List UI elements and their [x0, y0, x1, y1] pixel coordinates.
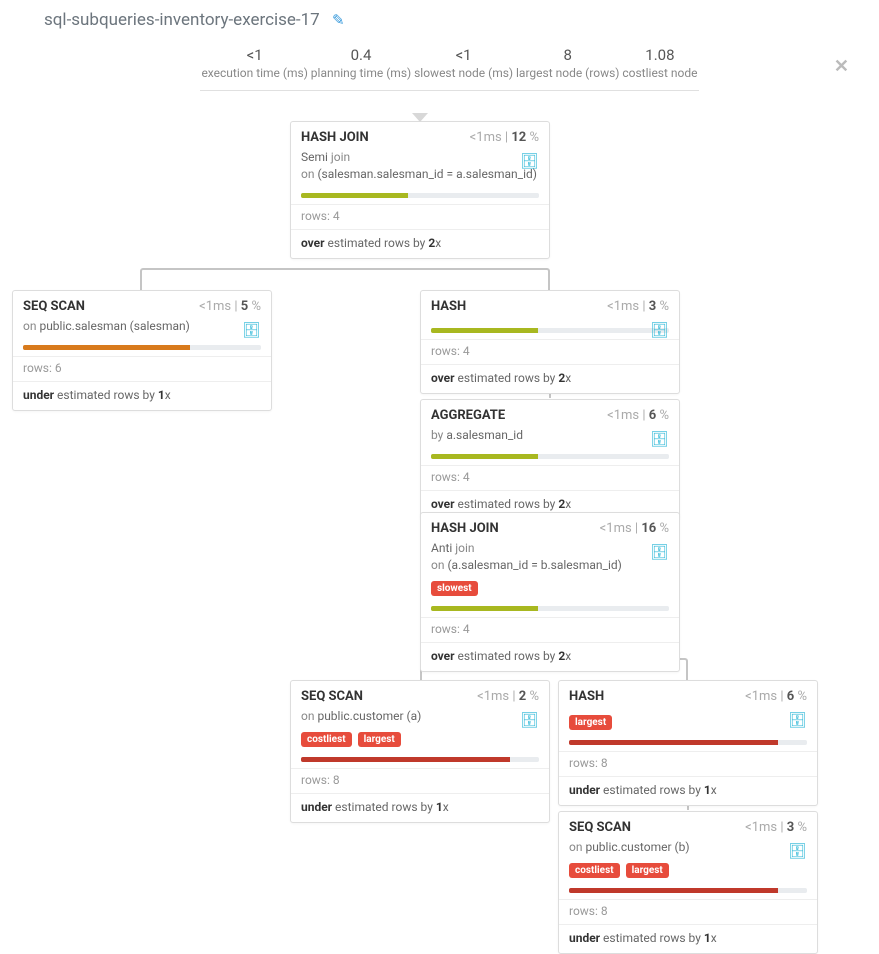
database-icon[interactable]: 🗄 [650, 320, 669, 341]
node-metrics: <1ms | 16 % [600, 521, 669, 536]
node-title: HASH [569, 689, 604, 704]
row-estimate: under estimated rows by 1x [559, 924, 817, 953]
cost-bar [301, 757, 539, 762]
plan-node-aggregate[interactable]: AGGREGATE <1ms | 6 % by a.salesman_id 🗄 … [420, 399, 680, 520]
arrow-down-icon [412, 113, 428, 122]
node-metrics: <1ms | 3 % [745, 820, 807, 835]
plan-node-seq-scan[interactable]: SEQ SCAN <1ms | 3 % on public.customer (… [558, 811, 818, 954]
stat-largest-node: 8 largest node (rows) [516, 46, 619, 80]
tag-costliest: costliest [569, 863, 620, 878]
close-icon[interactable]: ✕ [834, 56, 849, 77]
node-metrics: <1ms | 3 % [607, 299, 669, 314]
tag-costliest: costliest [301, 732, 352, 747]
plan-node-hash[interactable]: HASH <1ms | 6 % 🗄 largest rows: 8 under … [558, 680, 818, 806]
database-icon[interactable]: 🗄 [650, 542, 669, 563]
node-title: HASH [431, 299, 466, 314]
page-title-row: sql-subqueries-inventory-exercise-17 ✎ [0, 0, 879, 30]
node-title: SEQ SCAN [569, 820, 631, 835]
database-icon[interactable]: 🗄 [788, 841, 807, 862]
database-icon[interactable]: 🗄 [242, 320, 261, 341]
node-subtitle: on public.customer (b) 🗄 [559, 839, 817, 862]
row-estimate: over estimated rows by 2x [291, 229, 549, 258]
tag-slowest: slowest [431, 581, 478, 596]
node-metrics: <1ms | 6 % [745, 689, 807, 704]
node-title: SEQ SCAN [301, 689, 363, 704]
rows-count: rows: 4 [421, 465, 679, 490]
cost-bar [23, 345, 261, 350]
node-metrics: <1ms | 6 % [607, 408, 669, 423]
rows-count: rows: 4 [421, 339, 679, 364]
node-tags: costliest largest [291, 731, 549, 753]
database-icon[interactable]: 🗄 [788, 710, 807, 731]
row-estimate: under estimated rows by 1x [291, 793, 549, 822]
stat-slowest-node: <1 slowest node (ms) [414, 46, 513, 80]
node-tags: costliest largest [559, 862, 817, 884]
node-subtitle: on public.salesman (salesman) 🗄 [13, 318, 271, 341]
database-icon[interactable]: 🗄 [520, 151, 539, 172]
row-estimate: over estimated rows by 2x [421, 364, 679, 393]
node-title: AGGREGATE [431, 408, 505, 423]
plan-node-hash-join[interactable]: HASH JOIN <1ms | 12 % Semi join on (sale… [290, 121, 550, 259]
rows-count: rows: 4 [291, 204, 549, 229]
connector [140, 268, 550, 290]
rows-count: rows: 8 [559, 751, 817, 776]
stat-planning-time: 0.4 planning time (ms) [311, 46, 411, 80]
row-estimate: over estimated rows by 2x [421, 642, 679, 671]
node-metrics: <1ms | 5 % [199, 299, 261, 314]
node-subtitle: by a.salesman_id 🗄 [421, 427, 679, 450]
cost-bar [569, 740, 807, 745]
rows-count: rows: 6 [13, 356, 271, 381]
node-subtitle: 🗄 [421, 318, 679, 324]
plan-node-seq-scan[interactable]: SEQ SCAN <1ms | 5 % on public.salesman (… [12, 290, 272, 411]
node-subtitle: on public.customer (a) 🗄 [291, 708, 549, 731]
node-tags: slowest [421, 580, 679, 602]
row-estimate: under estimated rows by 1x [559, 776, 817, 805]
rows-count: rows: 8 [559, 899, 817, 924]
plan-node-hash-join[interactable]: HASH JOIN <1ms | 16 % Anti join on (a.sa… [420, 512, 680, 672]
node-tags: largest [559, 714, 817, 736]
page-title: sql-subqueries-inventory-exercise-17 [44, 10, 320, 30]
node-metrics: <1ms | 2 % [477, 689, 539, 704]
edit-icon[interactable]: ✎ [332, 11, 345, 29]
database-icon[interactable]: 🗄 [520, 710, 539, 731]
node-subtitle: 🗄 [559, 708, 817, 714]
node-subtitle: Semi join on (salesman.salesman_id = a.s… [291, 149, 549, 189]
tag-largest: largest [358, 732, 401, 747]
query-plan-tree: HASH JOIN <1ms | 12 % Semi join on (sale… [0, 121, 879, 951]
stat-costliest-node: 1.08 costliest node [622, 46, 697, 80]
rows-count: rows: 8 [291, 768, 549, 793]
plan-node-hash[interactable]: HASH <1ms | 3 % 🗄 rows: 4 over estimated… [420, 290, 680, 394]
rows-count: rows: 4 [421, 617, 679, 642]
cost-bar [431, 454, 669, 459]
node-title: HASH JOIN [431, 521, 499, 536]
row-estimate: under estimated rows by 1x [13, 381, 271, 410]
cost-bar [301, 193, 539, 198]
stat-execution-time: <1 execution time (ms) [201, 46, 307, 80]
tag-largest: largest [626, 863, 669, 878]
cost-bar [431, 328, 669, 333]
node-metrics: <1ms | 12 % [470, 130, 539, 145]
tag-largest: largest [569, 715, 612, 730]
node-subtitle: Anti join on (a.salesman_id = b.salesman… [421, 540, 679, 580]
cost-bar [431, 606, 669, 611]
node-title: HASH JOIN [301, 130, 369, 145]
database-icon[interactable]: 🗄 [650, 429, 669, 450]
cost-bar [569, 888, 807, 893]
node-title: SEQ SCAN [23, 299, 85, 314]
plan-node-seq-scan[interactable]: SEQ SCAN <1ms | 2 % on public.customer (… [290, 680, 550, 823]
stats-bar: <1 execution time (ms) 0.4 planning time… [200, 40, 699, 91]
